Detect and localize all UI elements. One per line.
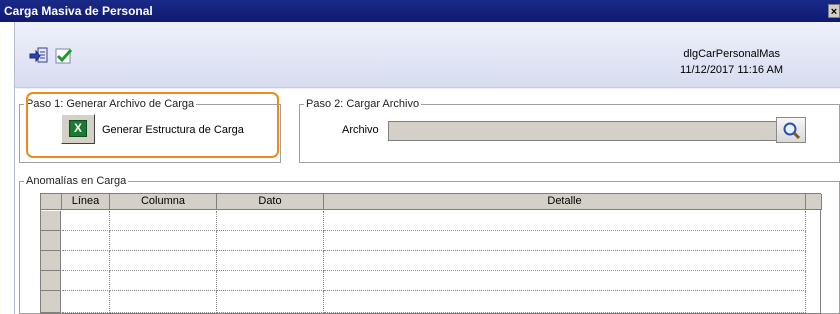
check-icon — [55, 48, 73, 64]
table-cell[interactable] — [217, 291, 324, 313]
form-datetime: 11/12/2017 11:16 AM — [680, 64, 783, 76]
row-selector[interactable] — [41, 231, 61, 251]
table-cell[interactable] — [324, 291, 806, 313]
accept-button[interactable] — [53, 45, 75, 67]
table-cell[interactable] — [62, 291, 110, 313]
import-icon — [29, 47, 48, 63]
table-cell[interactable] — [110, 231, 217, 251]
table-cell[interactable] — [62, 251, 110, 271]
anomalias-legend: Anomalías en Carga — [26, 175, 127, 187]
excel-icon: X — [69, 120, 87, 137]
row-selector[interactable] — [41, 271, 61, 291]
table-cell[interactable] — [62, 271, 110, 291]
table-cell[interactable] — [62, 211, 110, 231]
column-header[interactable]: Detalle — [324, 194, 806, 210]
search-button[interactable] — [776, 117, 806, 143]
column-header[interactable]: Dato — [217, 194, 324, 210]
table-cell[interactable] — [110, 291, 217, 313]
grid-corner — [41, 194, 62, 210]
search-icon — [783, 122, 801, 140]
close-button[interactable]: × — [828, 4, 840, 18]
generar-estructura-button[interactable]: X — [61, 114, 95, 144]
window-title: Carga Masiva de Personal — [4, 4, 153, 18]
table-cell[interactable] — [217, 251, 324, 271]
table-cell[interactable] — [324, 271, 806, 291]
row-selector[interactable] — [41, 251, 61, 271]
row-selector[interactable] — [41, 211, 61, 231]
archivo-label: Archivo — [342, 124, 379, 136]
table-cell[interactable] — [217, 211, 324, 231]
table-cell[interactable] — [217, 231, 324, 251]
table-cell[interactable] — [217, 271, 324, 291]
paso2-legend: Paso 2: Cargar Archivo — [306, 98, 420, 110]
anomalias-grid: Línea Columna Dato Detalle — [40, 193, 822, 314]
table-cell[interactable] — [110, 251, 217, 271]
table-cell[interactable] — [324, 251, 806, 271]
column-header[interactable]: Línea — [62, 194, 110, 210]
table-cell[interactable] — [324, 211, 806, 231]
import-button[interactable] — [28, 45, 50, 67]
table-cell[interactable] — [62, 231, 110, 251]
form-id: dlgCarPersonalMas — [683, 48, 780, 60]
title-bar: Carga Masiva de Personal × — [0, 0, 840, 22]
column-header[interactable]: Columna — [110, 194, 217, 210]
table-cell[interactable] — [324, 231, 806, 251]
toolbar: dlgCarPersonalMas 11/12/2017 11:16 AM — [15, 22, 840, 88]
table-cell[interactable] — [110, 271, 217, 291]
table-cell[interactable] — [110, 211, 217, 231]
generar-estructura-label: Generar Estructura de Carga — [102, 124, 244, 136]
row-selector[interactable] — [41, 291, 61, 313]
archivo-input[interactable] — [388, 121, 778, 141]
grid-scroll-corner — [806, 194, 822, 210]
